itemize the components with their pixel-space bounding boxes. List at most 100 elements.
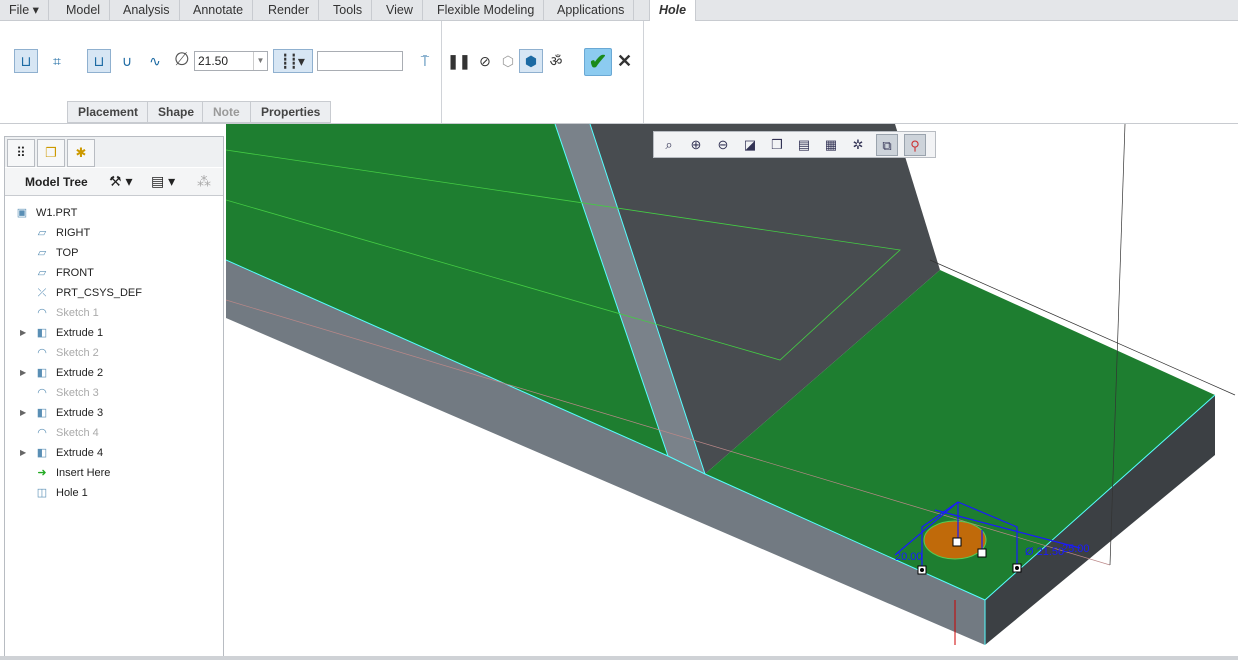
settings-tools-icon[interactable]: ⚒ ▾ bbox=[109, 173, 132, 190]
display-style-icon[interactable]: ❒ bbox=[766, 134, 788, 156]
insert-arrow-icon: ➜ bbox=[37, 467, 47, 479]
show-menu-icon[interactable]: ▤ ▾ bbox=[151, 173, 175, 190]
extrude-icon: ◧ bbox=[36, 447, 48, 459]
zoom-out-icon[interactable]: ⊖ bbox=[712, 134, 734, 156]
subtab-properties[interactable]: Properties bbox=[250, 101, 332, 123]
tree-item[interactable]: ▱ FRONT bbox=[5, 263, 221, 283]
diameter-value: 21.50 bbox=[198, 54, 229, 68]
csys-icon: ⤫ bbox=[37, 287, 47, 299]
model-tree-title: Model Tree bbox=[25, 175, 88, 189]
flat-drill-icon[interactable]: ⊔ bbox=[87, 49, 111, 73]
tree-item-label: Extrude 2 bbox=[56, 367, 104, 379]
subtab-note[interactable]: Note bbox=[202, 101, 251, 123]
status-bar bbox=[0, 656, 1238, 660]
datum-display-icon[interactable]: ✲ bbox=[847, 134, 869, 156]
tree-item-label: Extrude 3 bbox=[56, 407, 104, 419]
depth-option-icon[interactable]: ┋┋▾ bbox=[273, 49, 313, 73]
tab-render[interactable]: Render bbox=[259, 0, 319, 21]
extrude-icon: ◧ bbox=[36, 327, 48, 339]
diameter-input[interactable]: 21.50 ▼ bbox=[194, 51, 268, 71]
repaint-icon[interactable]: ◪ bbox=[739, 134, 761, 156]
expand-arrow-icon[interactable]: ▶ bbox=[20, 443, 26, 463]
ok-check-button[interactable]: ✔ bbox=[584, 48, 612, 76]
sketch-profile-icon[interactable]: ∿ bbox=[143, 49, 167, 73]
tree-item[interactable]: ◠ Sketch 1 bbox=[5, 303, 221, 323]
sketch-icon: ◠ bbox=[37, 347, 47, 359]
tree-item[interactable]: ◠ Sketch 2 bbox=[5, 343, 221, 363]
preview-mesh-icon[interactable]: ⬡ bbox=[496, 49, 520, 73]
tree-item-label: PRT_CSYS_DEF bbox=[56, 287, 142, 299]
subtab-shape[interactable]: Shape bbox=[147, 101, 206, 123]
tree-item-label: Sketch 3 bbox=[56, 387, 99, 399]
diameter-dropdown[interactable]: ▼ bbox=[253, 52, 267, 70]
expand-arrow-icon[interactable]: ▶ bbox=[20, 363, 26, 383]
tree-item-label: Sketch 1 bbox=[56, 307, 99, 319]
folder-browser-tab-icon[interactable]: ❐ bbox=[37, 139, 65, 167]
tree-item[interactable]: ◠ Sketch 3 bbox=[5, 383, 221, 403]
depth-input[interactable] bbox=[317, 51, 403, 71]
datum-plane-icon: ▱ bbox=[37, 267, 47, 279]
sketch-icon: ◠ bbox=[37, 427, 47, 439]
tree-item[interactable]: ▶ ◧ Extrude 3 bbox=[5, 403, 221, 423]
dim-25: 25.00 bbox=[1062, 543, 1090, 555]
expand-arrow-icon[interactable]: ▶ bbox=[20, 323, 26, 343]
drill-point-icon[interactable]: ∪ bbox=[115, 49, 139, 73]
tab-flexible-modeling[interactable]: Flexible Modeling bbox=[428, 0, 545, 21]
tree-item[interactable]: ⤫ PRT_CSYS_DEF bbox=[5, 283, 221, 303]
tree-item-label: Extrude 4 bbox=[56, 447, 104, 459]
refit-icon[interactable]: ⌕ bbox=[658, 134, 680, 156]
tree-item[interactable]: ▶ ◧ Extrude 1 bbox=[5, 323, 221, 343]
extrude-icon: ◧ bbox=[36, 367, 48, 379]
tree-item[interactable]: ▶ ◧ Extrude 2 bbox=[5, 363, 221, 383]
tree-item[interactable]: ▱ TOP bbox=[5, 243, 221, 263]
standard-hole-icon[interactable]: ⌗ bbox=[45, 49, 69, 73]
tab-annotate[interactable]: Annotate bbox=[184, 0, 254, 21]
preview-solid-icon[interactable]: ⬢ bbox=[519, 49, 543, 73]
pause-icon[interactable]: ❚❚ bbox=[447, 49, 471, 73]
filter-icon[interactable]: ⁂ bbox=[197, 173, 211, 190]
model-3d-view: 20.00 Ø 21.50 25.00 bbox=[226, 124, 1236, 645]
tab-hole[interactable]: Hole bbox=[649, 0, 697, 22]
tab-view[interactable]: View bbox=[377, 0, 423, 21]
saved-views-icon[interactable]: ▤ bbox=[793, 134, 815, 156]
tab-tools[interactable]: Tools bbox=[324, 0, 373, 21]
tree-item-label: Hole 1 bbox=[56, 487, 88, 499]
glasses-icon[interactable]: ॐ bbox=[544, 49, 568, 73]
ribbon-tabs: File ▾ Model Analysis Annotate Render To… bbox=[0, 0, 1238, 22]
favorites-tab-icon[interactable]: ✱ bbox=[67, 139, 95, 167]
expand-arrow-icon[interactable]: ▶ bbox=[20, 403, 26, 423]
tree-item[interactable]: ▣ W1.PRT bbox=[5, 203, 221, 223]
flip-icon[interactable]: ⍑ bbox=[413, 49, 437, 73]
tree-item[interactable]: ➜ Insert Here bbox=[5, 463, 221, 483]
tree-item[interactable]: ▱ RIGHT bbox=[5, 223, 221, 243]
graphics-viewport[interactable]: 20.00 Ø 21.50 25.00 bbox=[226, 124, 1238, 656]
tree-item-label: Sketch 2 bbox=[56, 347, 99, 359]
cancel-x-button[interactable]: ✕ bbox=[617, 51, 632, 72]
tree-item-label: Extrude 1 bbox=[56, 327, 104, 339]
model-tree-panel: ⠿ ❐ ✱ Model Tree ⚒ ▾ ▤ ▾ ⁂ ▣ W1.PRT ▱ RIGHT… bbox=[4, 136, 224, 660]
dim-diameter: Ø 21.50 bbox=[1025, 546, 1064, 558]
tree-item[interactable]: ◠ Sketch 4 bbox=[5, 423, 221, 443]
part-icon: ▣ bbox=[16, 207, 28, 219]
datum-plane-icon: ▱ bbox=[37, 227, 47, 239]
file-menu[interactable]: File ▾ bbox=[0, 0, 49, 21]
tree-item[interactable]: ▶ ◧ Extrude 4 bbox=[5, 443, 221, 463]
zoom-in-icon[interactable]: ⊕ bbox=[685, 134, 707, 156]
simple-hole-icon[interactable]: ⊔ bbox=[14, 49, 38, 73]
subtab-placement[interactable]: Placement bbox=[67, 101, 150, 123]
hole-ribbon: ⊔ ⌗ ⊔ ∪ ∿ ∅ 21.50 ▼ ┋┋▾ ⍑ ❚❚ ⊘ ⬡ ⬢ ॐ ✔ ✕ … bbox=[0, 21, 1238, 124]
tree-item-label: Insert Here bbox=[56, 467, 111, 479]
tree-item[interactable]: ◫ Hole 1 bbox=[5, 483, 221, 503]
sketch-icon: ◠ bbox=[37, 307, 47, 319]
view-manager-icon[interactable]: ▦ bbox=[820, 134, 842, 156]
diameter-icon: ∅ bbox=[174, 49, 190, 69]
tree-item-label: FRONT bbox=[56, 267, 94, 279]
tab-model[interactable]: Model bbox=[57, 0, 111, 21]
no-preview-icon[interactable]: ⊘ bbox=[473, 49, 497, 73]
spin-center-icon[interactable]: ⚲ bbox=[904, 134, 926, 156]
model-tree-tab-icon[interactable]: ⠿ bbox=[7, 139, 35, 167]
tab-analysis[interactable]: Analysis bbox=[114, 0, 180, 21]
tab-applications[interactable]: Applications bbox=[548, 0, 635, 21]
annotation-display-icon[interactable]: ⧉ bbox=[876, 134, 898, 156]
sketch-icon: ◠ bbox=[37, 387, 47, 399]
